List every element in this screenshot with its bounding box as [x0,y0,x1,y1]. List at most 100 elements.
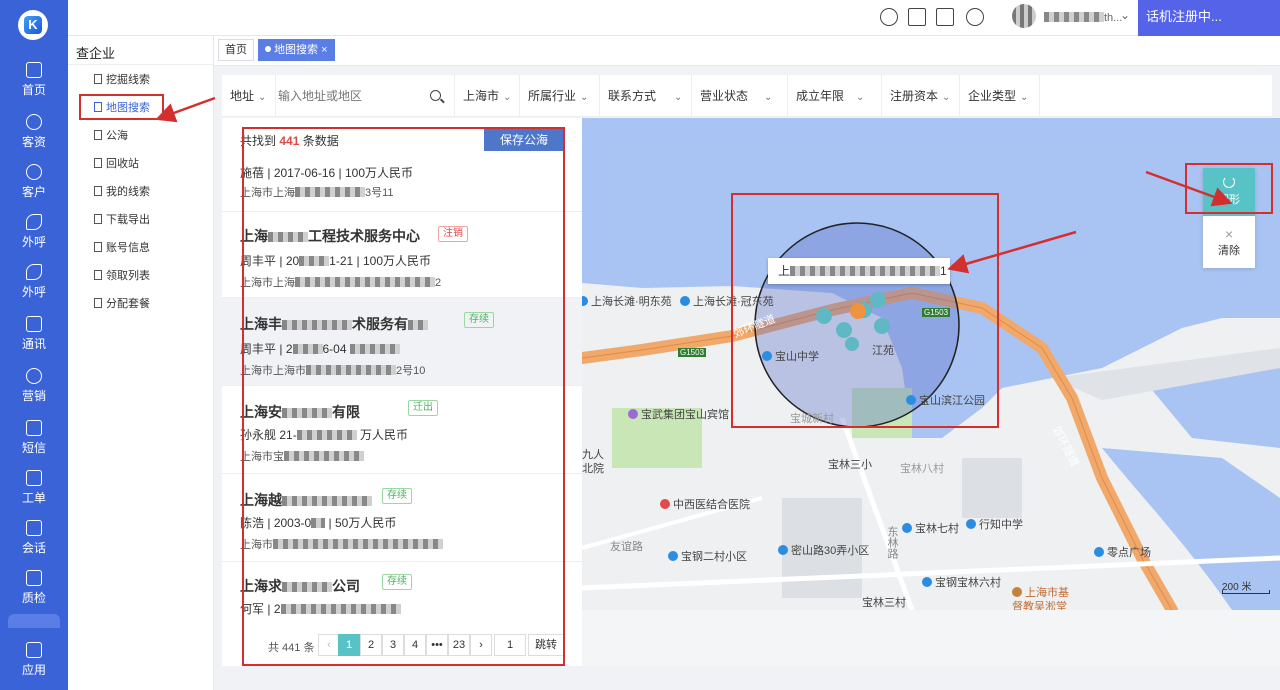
industry-filter[interactable]: 所属行业 ⌄ [520,75,600,117]
document-icon [94,186,102,196]
map-poi-label: 宝钢二村小区 [681,551,747,563]
contacts-icon [26,316,42,332]
contact-filter-label: 联系方式 [608,89,657,103]
map-poi[interactable]: 上海长滩·明东苑 [582,293,672,309]
map-poi[interactable]: 宝钢二村小区 [668,548,747,564]
clear-label: 清除 [1218,245,1240,257]
nav-outbound[interactable]: 外呼 [0,212,68,258]
submenu-item-export[interactable]: 下载导出 [94,211,150,229]
search-icon[interactable] [430,90,441,101]
nav-chat[interactable]: 会话 [0,518,68,564]
monitor-icon[interactable] [908,8,926,26]
chat-icon [26,520,42,536]
document-icon [94,270,102,280]
map-poi[interactable]: 宝林三小 [828,456,872,472]
sub-menu: 查企业 挖掘线索 地图搜索 公海 回收站 我的线索 下载导出 账号信息 领取列表… [68,36,214,690]
map-poi-label: 行知中学 [979,519,1023,531]
map-poi[interactable]: 宝武集团宝山宾馆 [628,406,729,422]
app-logo: K [18,10,48,40]
map-footer [582,610,1280,666]
phone-status-button[interactable]: 话机注册中... [1138,0,1280,36]
map-poi[interactable]: 宝钢宝林六村 [922,574,1001,590]
nav-chat-label: 会话 [21,541,46,555]
annotation-box [242,127,565,666]
nav-outbound-2-label: 外呼 [21,285,46,299]
map-poi-label: 宝武集团宝山宾馆 [641,409,729,421]
submenu-item-label: 账号信息 [106,242,150,254]
map-poi[interactable]: 零点广场 [1094,544,1151,560]
nav-outbound-label: 外呼 [21,235,46,249]
chevron-down-icon: ⌄ [1020,92,1029,103]
submenu-item-claim-list[interactable]: 领取列表 [94,267,150,285]
clear-button[interactable]: × 清除 [1203,218,1255,266]
poi-pin-icon [1094,547,1104,557]
marketing-icon [26,368,42,384]
app-window: K 首页 客资 客户 外呼 外呼 通讯 营销 短信 工单 会话 质检 应用 th… [0,0,1280,690]
nav-sms[interactable]: 短信 [0,418,68,464]
tab-home[interactable]: 首页 [218,39,254,61]
top-bar: th... ⌄ 话机注册中... [68,0,1280,36]
capital-filter[interactable]: 注册资本 ⌄ [882,75,960,117]
close-icon[interactable]: × [321,44,327,56]
nav-ticket[interactable]: 工单 [0,468,68,514]
address-type-label: 地址 [230,89,255,103]
nav-outbound-2[interactable]: 外呼 [0,262,68,308]
submenu-item-label: 公海 [106,130,128,142]
headset-icon[interactable] [880,8,898,26]
nav-home[interactable]: 首页 [0,60,68,106]
home-icon [26,62,42,78]
map-poi[interactable]: 行知中学 [966,516,1023,532]
chevron-down-icon[interactable]: ⌄ [1120,8,1130,22]
address-search-input[interactable] [278,83,448,109]
nav-marketing[interactable]: 营销 [0,366,68,412]
map-poi-label: 宝林七村 [915,523,959,535]
status-filter-label: 营业状态 [700,89,749,103]
document-icon [94,214,102,224]
address-type-select[interactable]: 地址 ⌄ [222,75,276,117]
nav-customer[interactable]: 客户 [0,162,68,208]
submenu-item-my-leads[interactable]: 我的线索 [94,183,150,201]
nav-quality[interactable]: 质检 [0,568,68,614]
map-poi[interactable]: 中西医结合医院 [660,496,750,512]
sub-menu-divider [68,64,214,65]
nav-ticket-label: 工单 [21,491,46,505]
company-type-filter-label: 企业类型 [968,89,1017,103]
phone-call-icon [26,264,42,280]
map-area-label: 北院 [582,463,604,475]
submenu-item-plans[interactable]: 分配套餐 [94,295,150,313]
avatar[interactable] [1012,4,1036,28]
nav-apps[interactable]: 应用 [0,640,68,686]
submenu-item-account[interactable]: 账号信息 [94,239,150,257]
user-name[interactable]: th... [1044,12,1122,24]
city-select[interactable]: 上海市 ⌄ [454,75,520,117]
map-poi[interactable]: 密山路30弄小区 [778,542,869,558]
map-poi[interactable]: 宝林七村 [902,520,959,536]
map-road-label: 友谊路 [610,541,643,553]
chevron-down-icon: ⌄ [258,92,267,103]
chevron-down-icon: ⌄ [856,92,865,103]
submenu-item-public-pool[interactable]: 公海 [94,127,128,145]
submenu-item-recycle[interactable]: 回收站 [94,155,139,173]
tab-map-search[interactable]: 地图搜索 × [258,39,335,61]
nav-contacts[interactable]: 通讯 [0,314,68,360]
school-icon [966,519,976,529]
submenu-item-mine-leads[interactable]: 挖掘线索 [94,71,150,89]
map-poi[interactable]: 宝林三村 [862,594,906,610]
founded-filter[interactable]: 成立年限 ⌄ [788,75,882,117]
church-icon [1012,587,1022,597]
book-icon[interactable] [936,8,954,26]
customer-icon [26,164,42,180]
chevron-down-icon: ⌄ [674,92,683,103]
map-poi-label: 宝林三村 [862,597,906,609]
submenu-item-label: 挖掘线索 [106,74,150,86]
document-icon [94,158,102,168]
submenu-item-label: 下载导出 [106,214,150,226]
nav-leads[interactable]: 客资 [0,112,68,158]
blurred-user-name [1044,12,1104,22]
message-icon[interactable] [966,8,984,26]
filter-bar: 地址⌄ 上海市⌄ 所属行业⌄ 联系方式⌄ 营业状态⌄ 成立年限⌄ 注册资本⌄ 企… [222,75,1272,117]
contact-filter[interactable]: 联系方式 ⌄ [600,75,692,117]
submenu-item-label: 分配套餐 [106,298,150,310]
company-type-filter[interactable]: 企业类型 ⌄ [960,75,1040,117]
status-filter[interactable]: 营业状态 ⌄ [692,75,788,117]
